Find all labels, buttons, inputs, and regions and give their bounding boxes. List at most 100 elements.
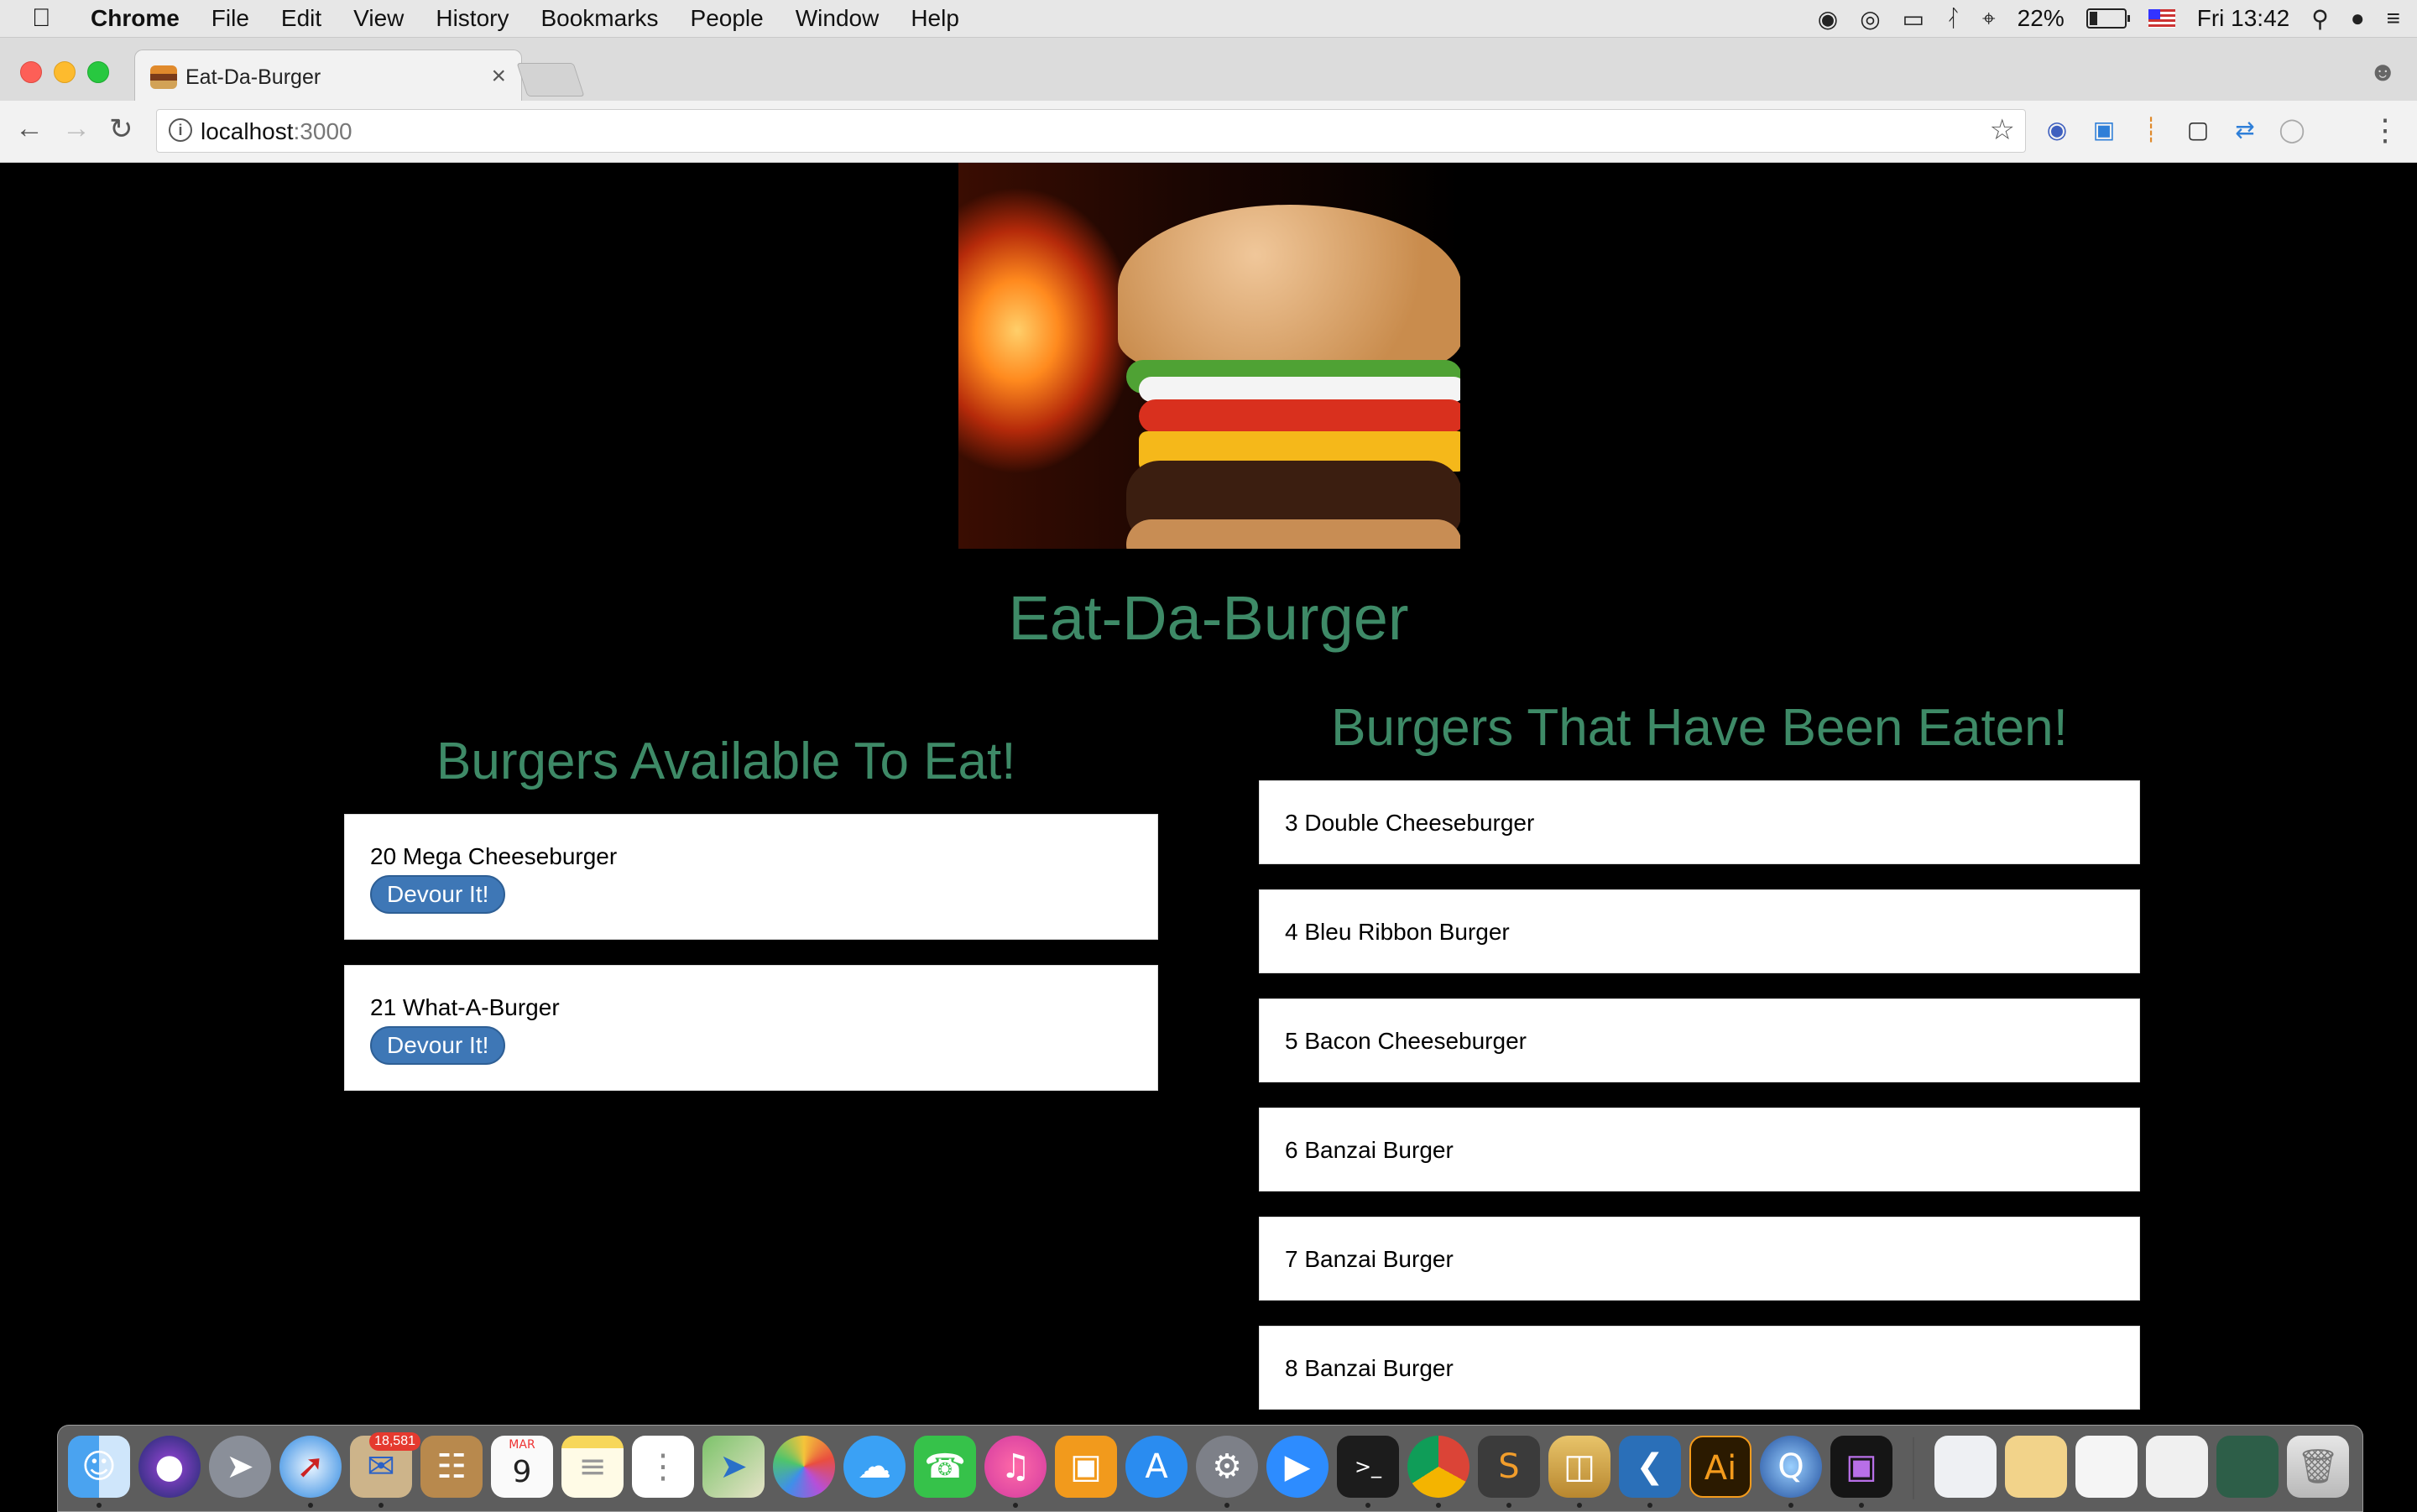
back-arrow-icon[interactable]: ← [15, 112, 44, 145]
app-store-icon[interactable]: A [1125, 1436, 1188, 1498]
itunes-icon[interactable]: ♫ [984, 1436, 1047, 1498]
illustrator-icon[interactable]: Ai [1689, 1436, 1751, 1498]
url-text[interactable]: localhost:3000 [201, 118, 352, 145]
sequel-pro-icon[interactable]: ◫ [1548, 1436, 1610, 1498]
browser-tab-strip: Eat-Da-Burger × ☻ [0, 38, 2417, 102]
recent-document-thumbnail[interactable] [1934, 1436, 1997, 1498]
recent-document-thumbnail[interactable] [2005, 1436, 2067, 1498]
burger-name: 7 Banzai Burger [1285, 1246, 1454, 1272]
siri-icon[interactable]: ● [138, 1436, 201, 1498]
notification-center-icon[interactable]: ≡ [2387, 5, 2400, 32]
burger-name: 3 Double Cheeseburger [1285, 810, 1535, 836]
eaten-heading: Burgers That Have Been Eaten! [1331, 699, 2068, 757]
battery-percent[interactable]: 22% [2018, 5, 2065, 32]
screen-capture-icon[interactable]: ▣ [1830, 1436, 1892, 1498]
launchpad-icon[interactable]: ➤ [209, 1436, 271, 1498]
eaten-burger-card: 8 Banzai Burger [1259, 1326, 2140, 1410]
extension-ruler-icon[interactable]: ┊ [2137, 116, 2165, 144]
hero-burger-image [958, 163, 1460, 549]
new-tab-button[interactable] [516, 63, 585, 96]
vpn-icon[interactable]: ◎ [1860, 5, 1880, 33]
menu-app-name[interactable]: Chrome [91, 5, 180, 32]
profile-icon[interactable]: ☻ [2368, 56, 2397, 87]
siri-menubar-icon[interactable]: ● [2351, 5, 2365, 32]
extension-sync-icon[interactable]: ▣ [2090, 116, 2118, 144]
burger-name: 5 Bacon Cheeseburger [1285, 1028, 1527, 1054]
notes-icon[interactable]: ≡ [561, 1436, 624, 1498]
chrome-icon[interactable] [1407, 1436, 1470, 1498]
contacts-icon[interactable]: ☷ [420, 1436, 483, 1498]
menu-view[interactable]: View [353, 5, 404, 32]
mail-icon[interactable]: ✉ 18,581 [350, 1432, 420, 1498]
extension-globe-icon[interactable]: ◉ [2043, 116, 2071, 144]
eaten-burger-card: 4 Bleu Ribbon Burger [1259, 889, 2140, 973]
photos-icon[interactable] [773, 1436, 835, 1498]
extension-disabled-icon[interactable]: ◯ [2278, 116, 2306, 144]
trash-icon[interactable]: 🗑 [2287, 1436, 2349, 1498]
messages-icon[interactable]: ☁ [843, 1436, 906, 1498]
bluetooth-icon[interactable]: ᛮ [1946, 5, 1960, 32]
eaten-burger-card: 5 Bacon Cheeseburger [1259, 998, 2140, 1082]
quicktime-icon[interactable]: Q [1760, 1436, 1822, 1498]
calendar-icon[interactable]: MAR 9 [491, 1436, 553, 1498]
running-indicator [97, 1503, 102, 1508]
eaten-burger-card: 7 Banzai Burger [1259, 1217, 2140, 1301]
browser-tab-active[interactable]: Eat-Da-Burger × [134, 50, 522, 102]
zoom-icon[interactable]: ▶ [1266, 1436, 1329, 1498]
devour-button[interactable]: Devour It! [370, 1026, 506, 1065]
recent-document-thumbnail[interactable] [2146, 1436, 2208, 1498]
reminders-icon[interactable]: ⋮ [632, 1436, 694, 1498]
apple-menu-icon[interactable]:  [32, 4, 65, 33]
burger-name: 6 Banzai Burger [1285, 1137, 1454, 1163]
eaten-burger-card: 6 Banzai Burger [1259, 1108, 2140, 1191]
menubar-clock[interactable]: Fri 13:42 [2197, 5, 2290, 32]
vscode-icon[interactable]: ❮ [1619, 1436, 1681, 1498]
devour-button[interactable]: Devour It! [370, 875, 506, 914]
airplay-icon[interactable]: ▭ [1903, 5, 1924, 33]
menu-edit[interactable]: Edit [281, 5, 321, 32]
battery-icon[interactable] [2086, 8, 2130, 29]
spotlight-search-icon[interactable]: ⚲ [2311, 5, 2329, 33]
terminal-icon[interactable]: >_ [1337, 1436, 1399, 1498]
available-burger-card: 21 What-A-Burger Devour It! [344, 965, 1158, 1091]
ibooks-icon[interactable]: ▣ [1055, 1436, 1117, 1498]
browser-toolbar: ← → ↻ i localhost:3000 ☆ ◉ ▣ ┊ ▢ ⇄ ◯ ⋮ [0, 101, 2417, 163]
calendar-month: MAR [509, 1438, 535, 1452]
maps-icon[interactable]: ➤ [702, 1436, 765, 1498]
window-close-button[interactable] [20, 61, 42, 83]
menu-history[interactable]: History [436, 5, 509, 32]
menu-bookmarks[interactable]: Bookmarks [540, 5, 658, 32]
facetime-icon[interactable]: ☎ [914, 1436, 976, 1498]
creative-cloud-icon[interactable]: ◉ [1818, 5, 1838, 33]
running-indicator [1647, 1503, 1652, 1508]
input-source-flag-icon[interactable] [2148, 9, 2175, 28]
window-zoom-button[interactable] [87, 61, 109, 83]
system-preferences-icon[interactable]: ⚙ [1196, 1436, 1258, 1498]
safari-icon[interactable]: ➚ [279, 1436, 342, 1498]
macos-dock: ☺ ● ➤ ➚ ✉ 18,581 ☷ MAR 9 ≡ ⋮ ➤ ☁ ☎ ♫ ▣ A ⚙… [57, 1425, 2363, 1512]
recent-document-thumbnail[interactable] [2216, 1436, 2279, 1498]
extension-arrows-icon[interactable]: ⇄ [2231, 116, 2259, 144]
extension-screenshot-icon[interactable]: ▢ [2184, 116, 2212, 144]
burger-tomato [1139, 399, 1460, 433]
window-minimize-button[interactable] [54, 61, 76, 83]
reload-icon[interactable]: ↻ [109, 112, 133, 146]
recent-document-thumbnail[interactable] [2075, 1436, 2138, 1498]
running-indicator [1506, 1503, 1511, 1508]
tab-close-icon[interactable]: × [491, 62, 506, 91]
chrome-menu-icon[interactable]: ⋮ [2370, 112, 2400, 148]
sublime-icon[interactable]: S [1478, 1436, 1540, 1498]
menu-help[interactable]: Help [911, 5, 959, 32]
site-info-icon[interactable]: i [169, 118, 192, 142]
wifi-icon[interactable]: ⌖ [1982, 5, 1996, 33]
available-burger-card: 20 Mega Cheeseburger Devour It! [344, 814, 1158, 940]
menu-file[interactable]: File [211, 5, 249, 32]
forward-arrow-icon[interactable]: → [62, 112, 91, 145]
bookmark-star-icon[interactable]: ☆ [1990, 113, 2015, 147]
menu-window[interactable]: Window [796, 5, 880, 32]
address-bar[interactable]: i localhost:3000 ☆ [156, 109, 2026, 153]
url-host: localhost [201, 118, 294, 144]
menu-people[interactable]: People [691, 5, 764, 32]
running-indicator [1859, 1503, 1864, 1508]
finder-icon[interactable]: ☺ [68, 1436, 130, 1498]
